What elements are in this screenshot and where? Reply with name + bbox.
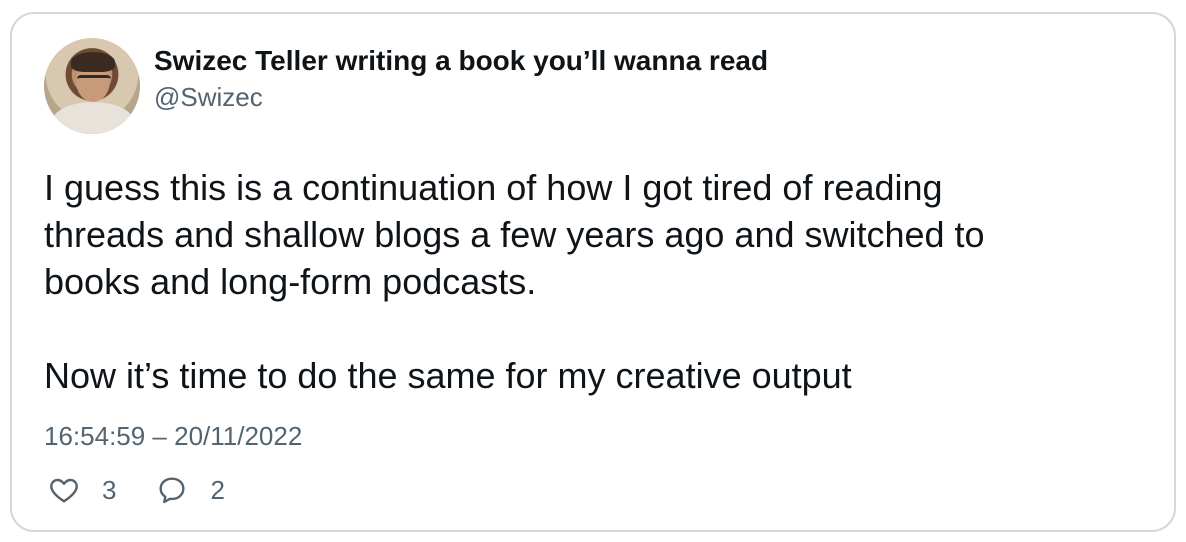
reply-button[interactable]: 2 xyxy=(156,474,225,506)
author-display-name[interactable]: Swizec Teller writing a book you’ll wann… xyxy=(154,44,768,78)
speech-bubble-icon xyxy=(159,477,186,504)
author-info: Swizec Teller writing a book you’ll wann… xyxy=(154,44,768,114)
like-button[interactable]: 3 xyxy=(48,474,116,506)
reply-count: 2 xyxy=(210,475,225,505)
tweet-header: Swizec Teller writing a book you’ll wann… xyxy=(44,38,768,134)
avatar-hair xyxy=(71,52,115,72)
avatar-shirt xyxy=(52,102,134,134)
tweet-text: I guess this is a continuation of how I … xyxy=(44,167,985,396)
like-count: 3 xyxy=(102,475,117,505)
tweet-actions: 3 2 xyxy=(48,474,265,506)
avatar[interactable] xyxy=(44,38,140,134)
heart-icon xyxy=(50,478,78,503)
avatar-glasses xyxy=(77,75,111,83)
author-handle[interactable]: @Swizec xyxy=(154,80,768,114)
tweet-card[interactable]: Swizec Teller writing a book you’ll wann… xyxy=(10,12,1176,532)
tweet-timestamp[interactable]: 16:54:59 – 20/11/2022 xyxy=(44,420,302,452)
